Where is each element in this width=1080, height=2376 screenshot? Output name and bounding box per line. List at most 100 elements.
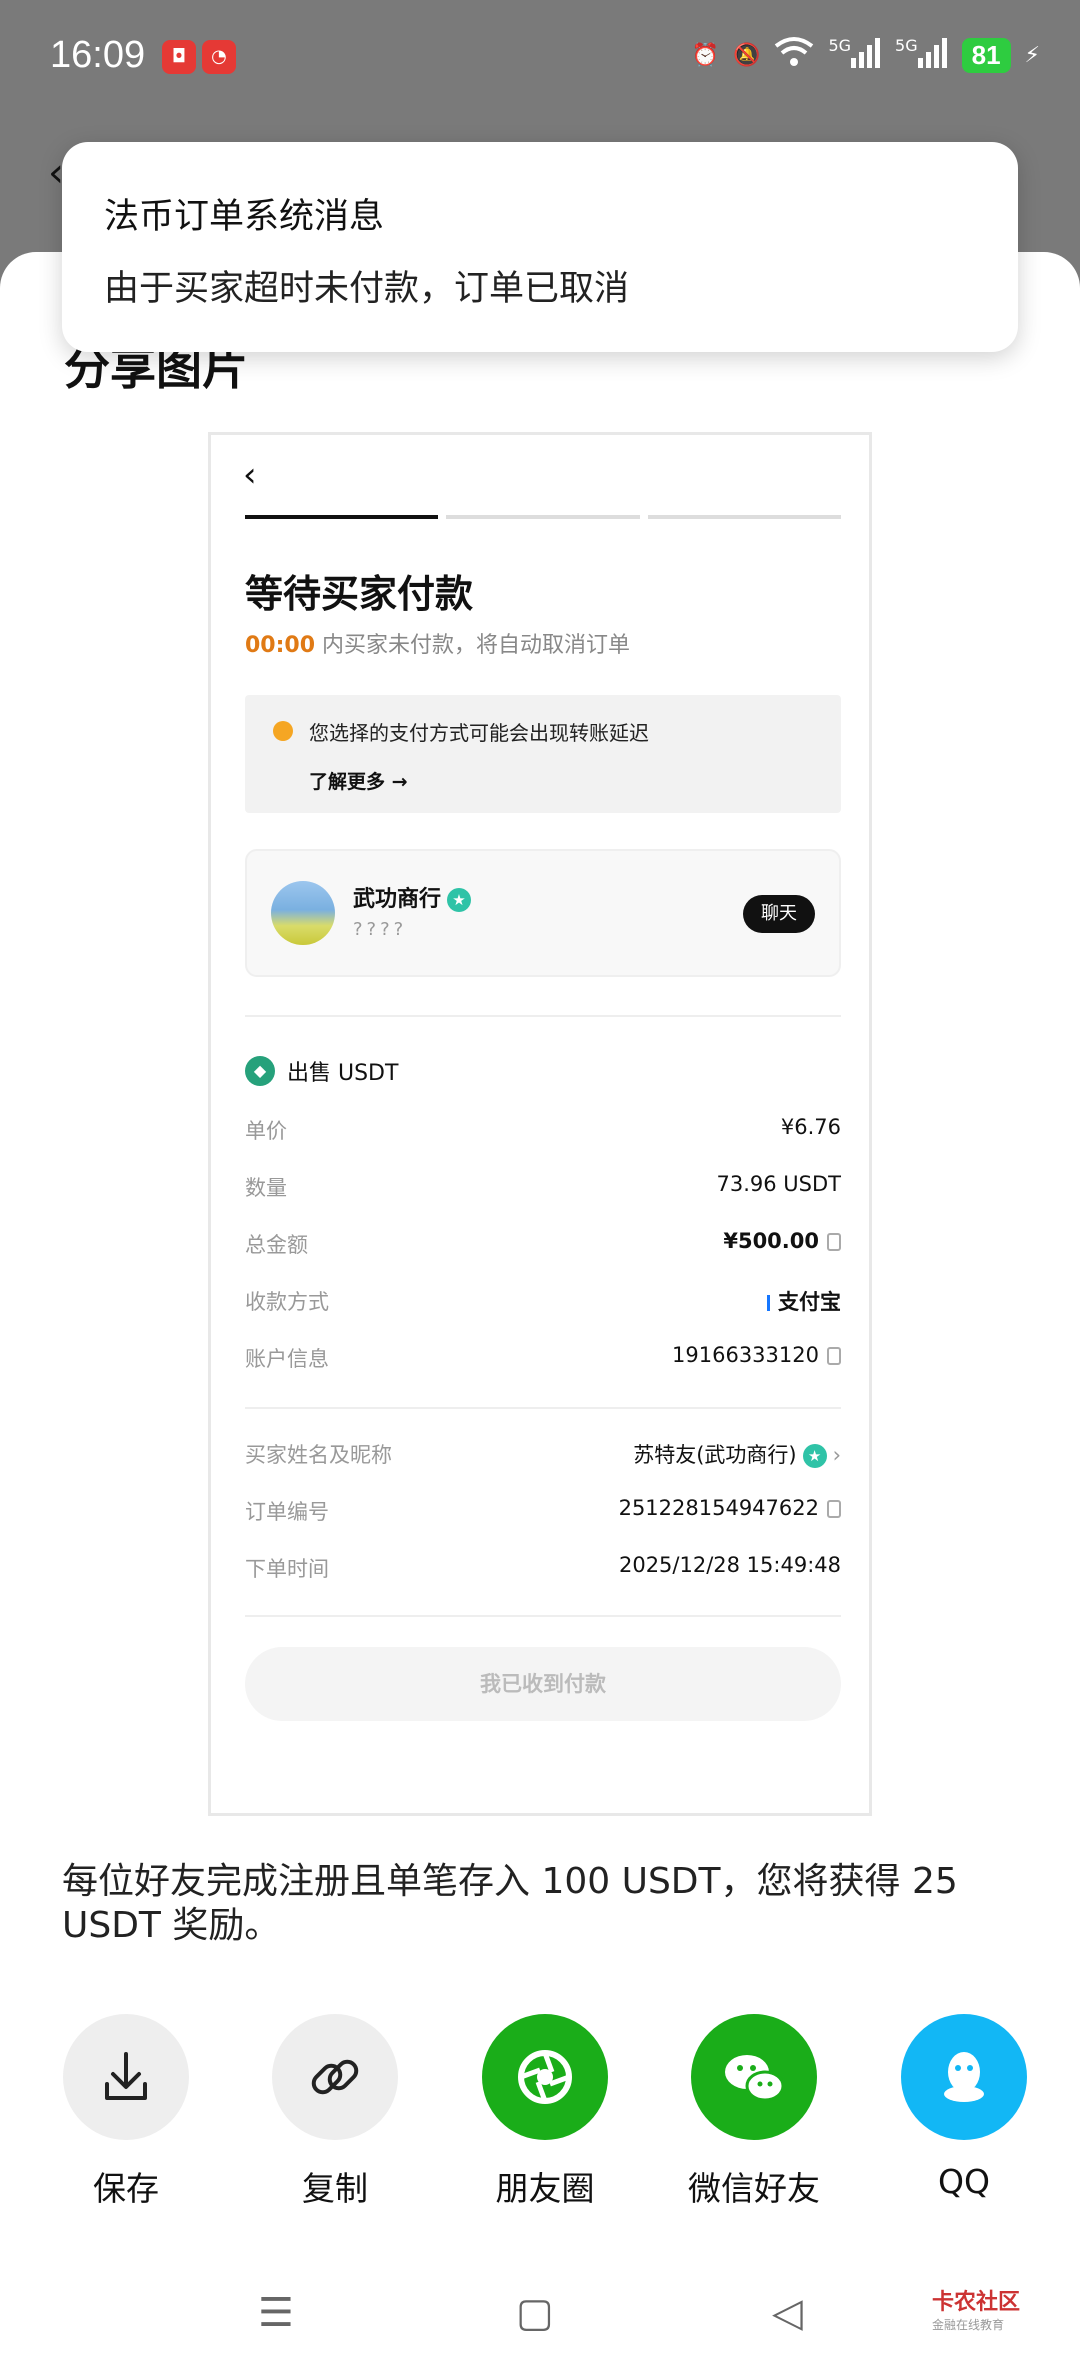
merchant-avatar bbox=[271, 881, 335, 945]
row-key: 收款方式 bbox=[245, 1290, 329, 1314]
divider bbox=[245, 1407, 841, 1409]
status-icons: ⏰ 🔕 5G 5G 81 ⚡ bbox=[692, 36, 1040, 74]
row-value: 73.96 USDT bbox=[716, 1172, 842, 1196]
copy-icon bbox=[827, 1347, 841, 1365]
usdt-icon: ◆ bbox=[245, 1056, 275, 1086]
share-label: 朋友圈 bbox=[495, 2169, 595, 2208]
verified-icon: ★ bbox=[447, 888, 472, 912]
share-options: 保存 复制 朋友圈 微信好友 QQ bbox=[0, 2014, 1080, 2214]
preview-heading: 等待买家付款 bbox=[245, 572, 474, 616]
payment-received-button: 我已收到付款 bbox=[245, 1647, 841, 1721]
detail-row-quantity: 数量 73.96 USDT bbox=[245, 1172, 841, 1208]
share-save[interactable]: 保存 bbox=[41, 2014, 211, 2210]
app-notification-icon: ◘ bbox=[162, 40, 196, 74]
share-wechat[interactable]: 微信好友 bbox=[669, 2014, 839, 2210]
sell-usdt-header: ◆ 出售 USDT bbox=[245, 1055, 398, 1087]
download-icon[interactable] bbox=[63, 2014, 189, 2140]
detail-row-payment-method: 收款方式 支付宝 bbox=[245, 1286, 841, 1322]
row-value-wrap: 251228154947622 bbox=[619, 1496, 841, 1520]
divider bbox=[245, 1615, 841, 1617]
row-key: 账户信息 bbox=[245, 1347, 329, 1371]
watermark-logo: 卡农社区 金融在线教育 bbox=[932, 2284, 1020, 2333]
row-value-wrap: 苏特友(武功商行) ★ › bbox=[633, 1439, 841, 1469]
preview-timer-row: 00:00 内买家未付款，将自动取消订单 bbox=[245, 627, 630, 659]
sell-label: 出售 USDT bbox=[287, 1061, 399, 1086]
row-value: ¥500.00 bbox=[723, 1229, 819, 1253]
signal-icon-2: 5G bbox=[895, 36, 948, 74]
detail-row-order-id: 订单编号 251228154947622 bbox=[245, 1496, 841, 1532]
warning-icon bbox=[273, 721, 293, 741]
share-label: 微信好友 bbox=[688, 2169, 820, 2208]
battery-indicator: 81 bbox=[961, 37, 1011, 73]
row-key: 下单时间 bbox=[245, 1557, 329, 1581]
alipay-indicator bbox=[767, 1295, 770, 1311]
step-3 bbox=[647, 515, 841, 519]
row-key: 买家姓名及昵称 bbox=[245, 1443, 392, 1467]
alarm-icon: ⏰ bbox=[691, 42, 720, 68]
merchant-card: 武功商行 ★ ???? 聊天 bbox=[245, 849, 841, 977]
copy-icon bbox=[827, 1500, 841, 1518]
watermark-subtext: 金融在线教育 bbox=[931, 2318, 1004, 2332]
wifi-icon bbox=[774, 36, 814, 74]
share-qq[interactable]: QQ bbox=[879, 2014, 1049, 2201]
charging-icon: ⚡ bbox=[1024, 42, 1040, 68]
detail-row-buyer: 买家姓名及昵称 苏特友(武功商行) ★ › bbox=[245, 1439, 841, 1475]
detail-row-order-time: 下单时间 2025/12/28 15:49:48 bbox=[245, 1553, 841, 1589]
verified-icon: ★ bbox=[802, 1444, 827, 1468]
row-value: 19166333120 bbox=[672, 1343, 819, 1367]
row-value: 251228154947622 bbox=[618, 1496, 819, 1520]
learn-more-link: 了解更多 → bbox=[309, 771, 408, 793]
merchant-name: 武功商行 bbox=[353, 887, 442, 912]
merchant-name-row: 武功商行 ★ bbox=[353, 881, 472, 913]
chevron-right-icon: › bbox=[832, 1443, 841, 1467]
row-value: 2025/12/28 15:49:48 bbox=[618, 1553, 841, 1577]
link-icon[interactable] bbox=[272, 2014, 398, 2140]
row-key: 单价 bbox=[245, 1119, 287, 1143]
home-icon[interactable]: ▢ bbox=[516, 2290, 554, 2336]
row-key: 总金额 bbox=[245, 1233, 308, 1257]
row-key: 数量 bbox=[245, 1176, 287, 1200]
watermark-text: 卡农社区 bbox=[931, 2290, 1020, 2315]
row-value-wrap: 19166333120 bbox=[672, 1343, 841, 1367]
referral-text: 每位好友完成注册且单笔存入 100 USDT，您将获得 25 USDT 奖励。 bbox=[62, 1861, 958, 1946]
step-2 bbox=[446, 515, 640, 519]
share-preview-image: ‹ 等待买家付款 00:00 内买家未付款，将自动取消订单 您选择的支付方式可能… bbox=[208, 432, 872, 1816]
merchant-nickname: ???? bbox=[353, 919, 408, 940]
system-nav-bar: ☰ ▢ ◁ bbox=[0, 2260, 1080, 2376]
wechat-icon[interactable] bbox=[691, 2014, 817, 2140]
share-label: 复制 bbox=[302, 2169, 368, 2208]
detail-row-account: 账户信息 19166333120 bbox=[245, 1343, 841, 1379]
copy-icon bbox=[827, 1233, 841, 1251]
share-label: 保存 bbox=[93, 2169, 159, 2208]
row-value: 支付宝 bbox=[778, 1290, 841, 1314]
status-bar: 16:09 ◘ ◔ ⏰ 🔕 5G 5G 81 ⚡ bbox=[0, 0, 1080, 120]
mute-icon: 🔕 bbox=[733, 42, 761, 68]
signal-icon-1: 5G bbox=[828, 36, 881, 74]
qq-icon[interactable] bbox=[901, 2014, 1027, 2140]
menu-icon[interactable]: ☰ bbox=[258, 2290, 294, 2336]
share-copy[interactable]: 复制 bbox=[250, 2014, 420, 2210]
system-message-toast[interactable]: 法币订单系统消息 由于买家超时未付款，订单已取消 bbox=[62, 142, 1018, 352]
row-value: 苏特友(武功商行) bbox=[633, 1443, 797, 1467]
toast-body: 由于买家超时未付款，订单已取消 bbox=[104, 269, 630, 309]
row-value-wrap: ¥500.00 bbox=[723, 1229, 841, 1253]
payment-delay-notice: 您选择的支付方式可能会出现转账延迟 了解更多 → bbox=[245, 695, 841, 813]
share-label: QQ bbox=[938, 2162, 990, 2201]
share-moments[interactable]: 朋友圈 bbox=[460, 2014, 630, 2210]
notice-text: 您选择的支付方式可能会出现转账延迟 bbox=[309, 721, 649, 745]
chat-button: 聊天 bbox=[743, 895, 815, 933]
row-key: 订单编号 bbox=[245, 1500, 329, 1524]
divider bbox=[245, 1015, 841, 1017]
row-value: ¥6.76 bbox=[780, 1115, 841, 1139]
timer-suffix: 内买家未付款，将自动取消订单 bbox=[322, 633, 631, 658]
status-time: 16:09 bbox=[50, 34, 146, 76]
countdown-timer: 00:00 bbox=[245, 633, 316, 658]
toast-title: 法币订单系统消息 bbox=[104, 197, 385, 237]
preview-progress-steps bbox=[245, 515, 841, 519]
moments-icon[interactable] bbox=[482, 2014, 608, 2140]
back-icon[interactable]: ◁ bbox=[772, 2290, 803, 2336]
detail-row-total: 总金额 ¥500.00 bbox=[245, 1229, 841, 1265]
row-value-wrap: 支付宝 bbox=[767, 1286, 841, 1316]
step-1 bbox=[245, 515, 439, 519]
preview-back-icon: ‹ bbox=[243, 455, 257, 495]
